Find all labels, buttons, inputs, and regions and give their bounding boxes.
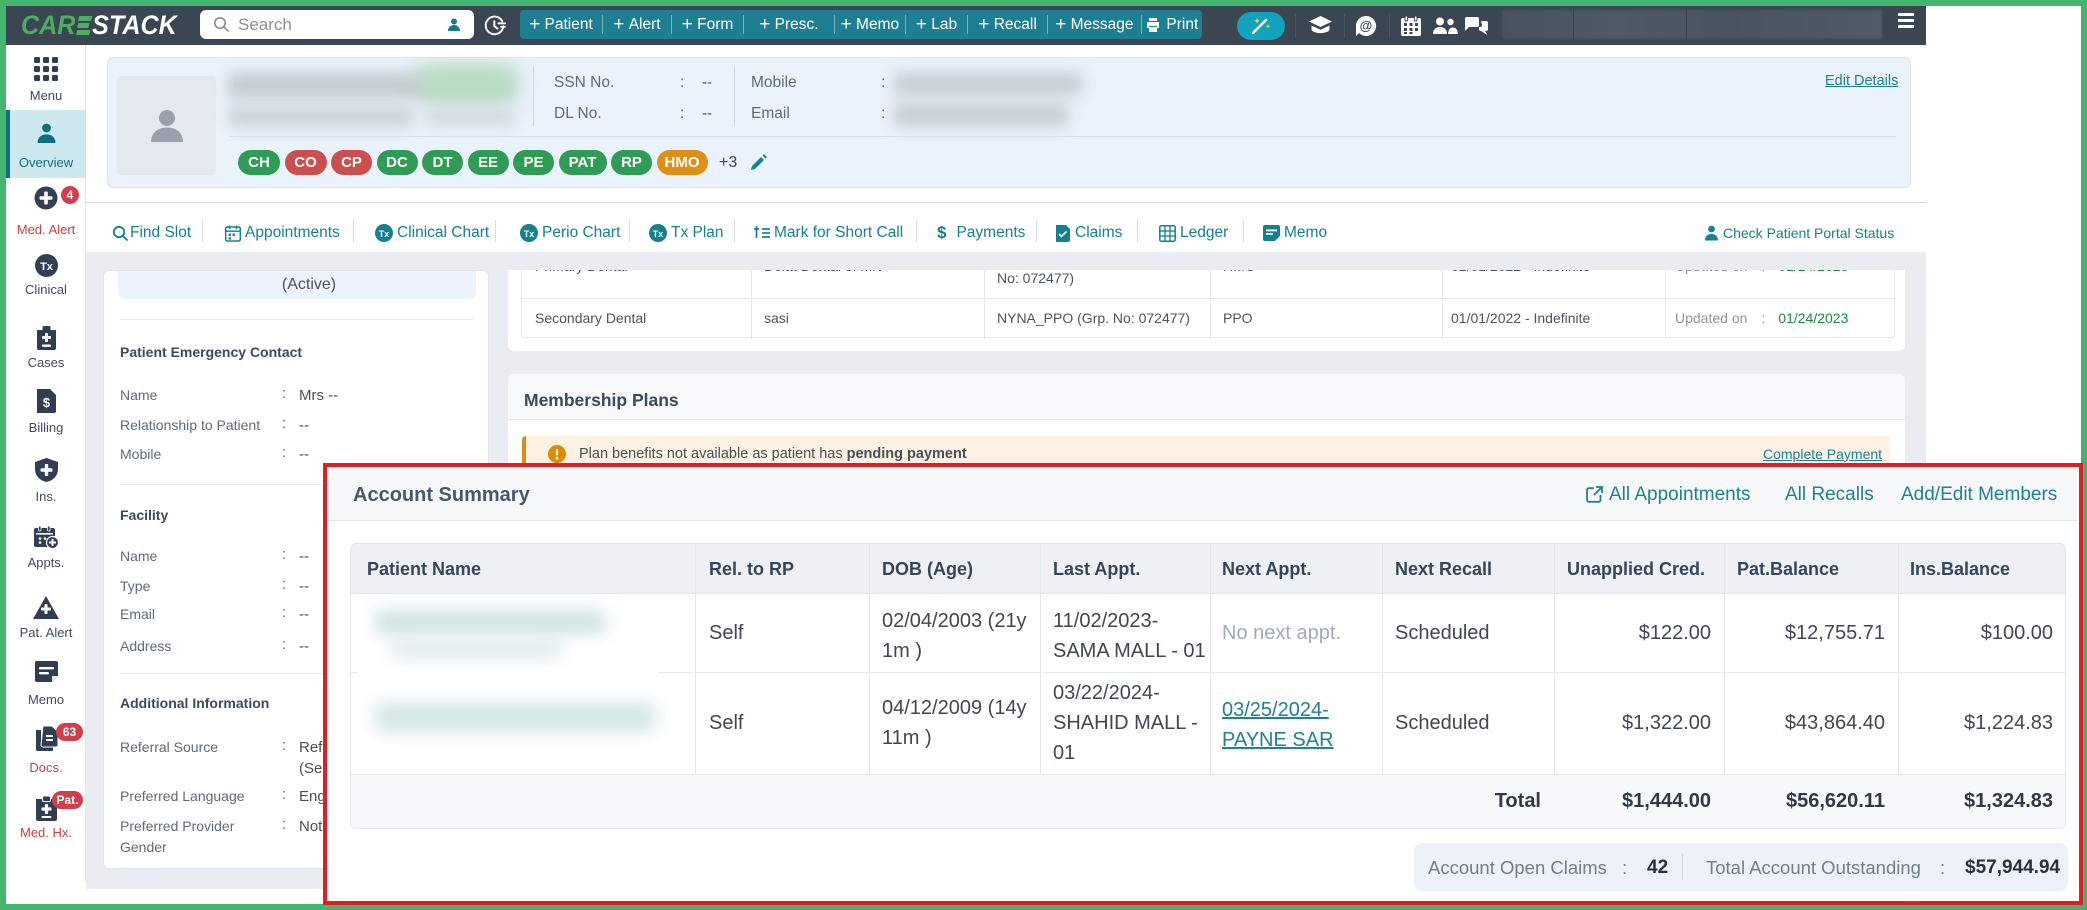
svg-text:Tx: Tx [524,229,535,239]
svg-text:Tx: Tx [653,229,664,239]
svg-text:@: @ [1360,18,1373,33]
svg-text:Tx: Tx [379,229,390,239]
svg-text:$: $ [43,395,51,410]
svg-text:Tx: Tx [40,261,54,273]
